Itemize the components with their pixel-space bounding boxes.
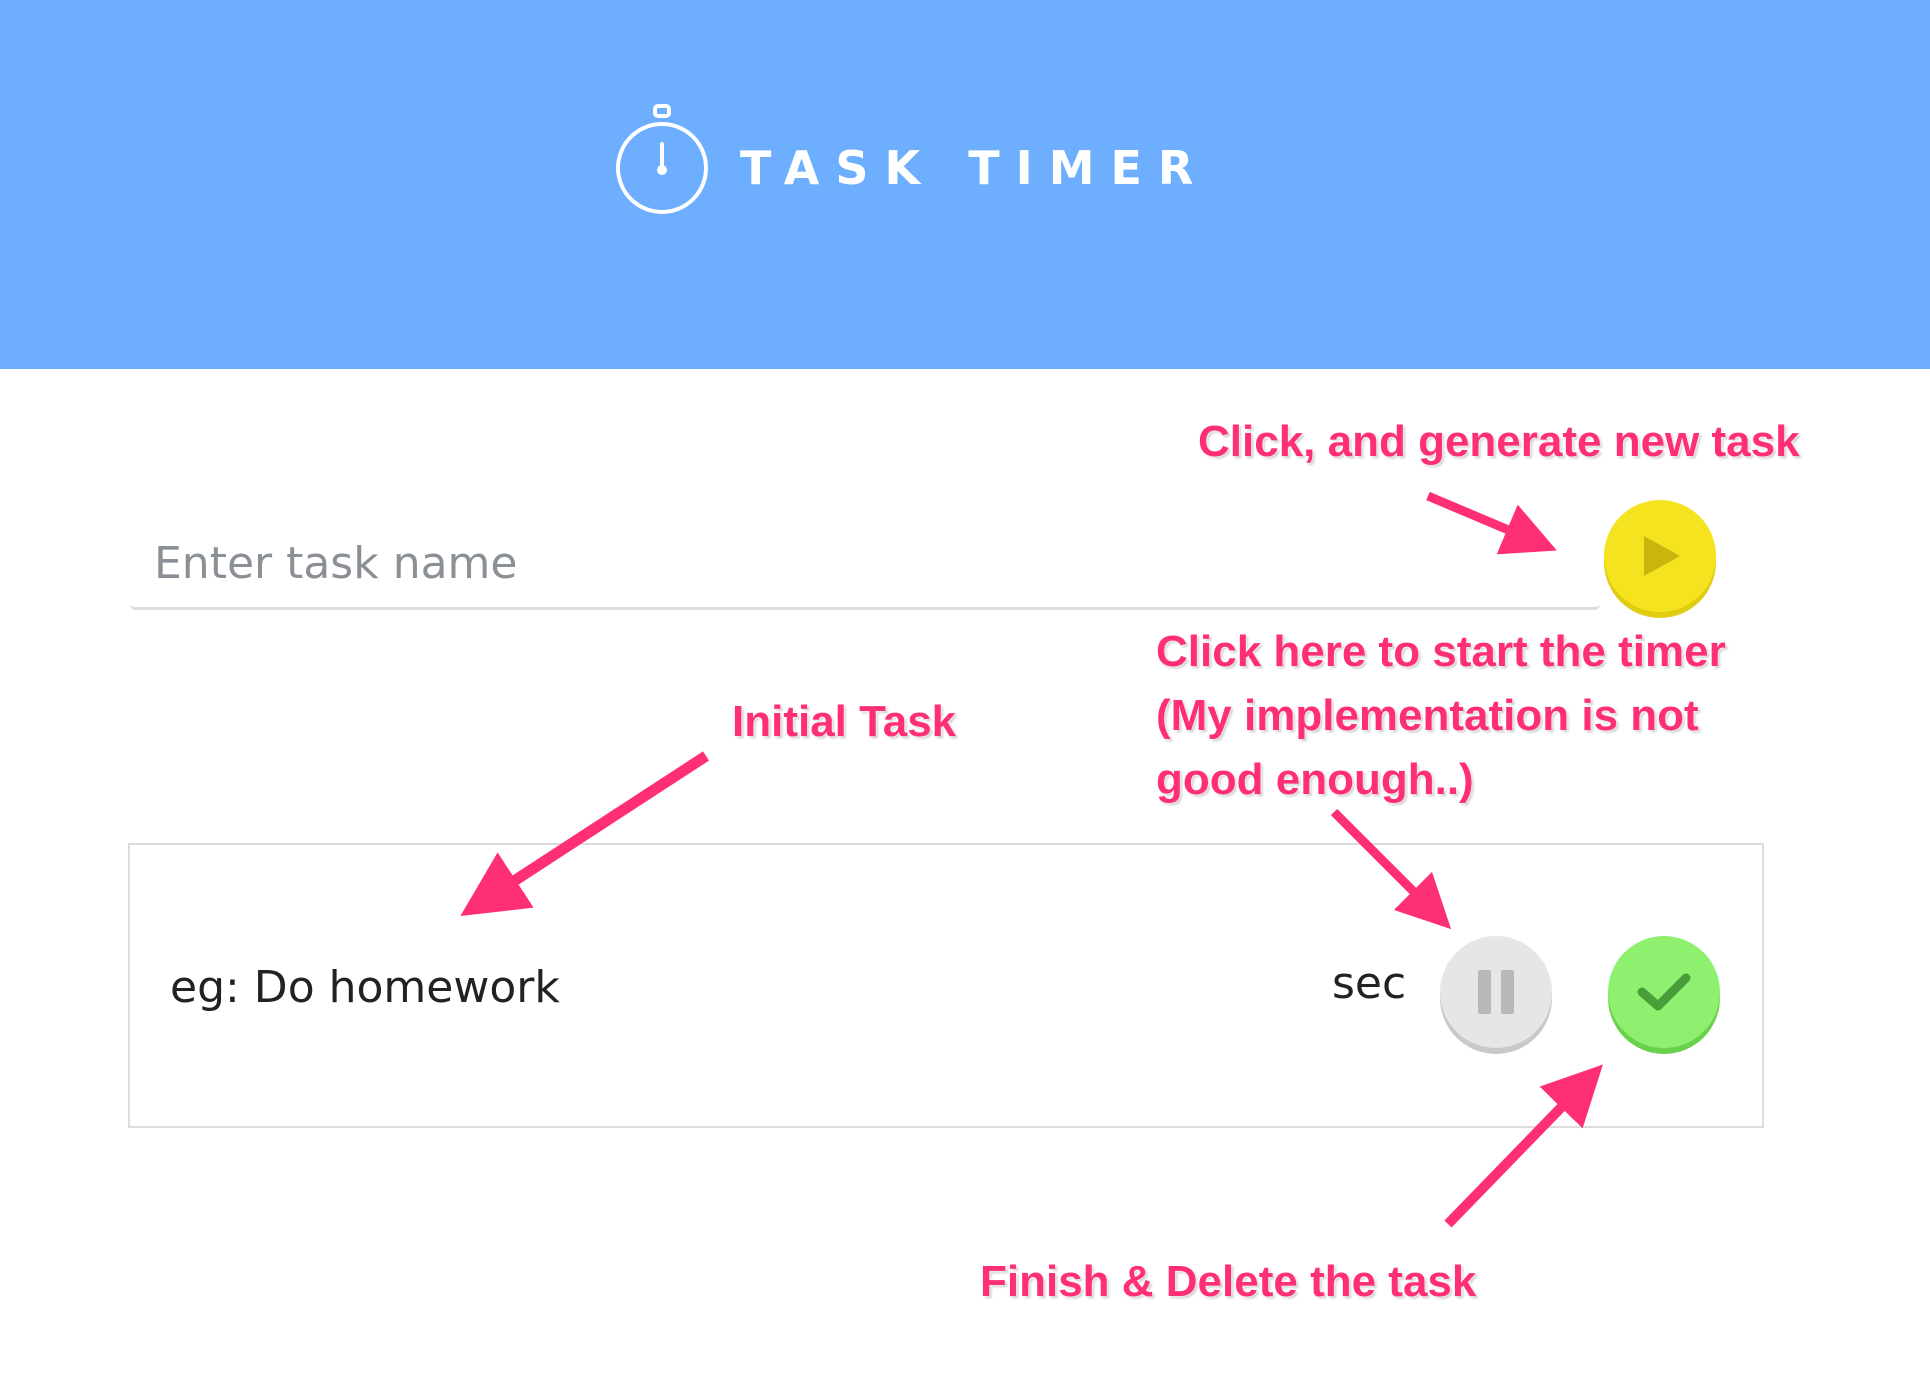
annotation-timer-line-2: (My implementation is not [1156, 691, 1699, 740]
check-icon [1637, 973, 1691, 1011]
task-name: eg: Do homework [170, 962, 560, 1013]
task-name-input[interactable] [130, 520, 1600, 610]
pause-icon [1478, 970, 1514, 1014]
add-task-button[interactable] [1604, 500, 1716, 612]
annotation-finish: Finish & Delete the task [980, 1257, 1477, 1306]
annotation-generate: Click, and generate new task [1198, 417, 1800, 466]
finish-task-button[interactable] [1608, 936, 1720, 1048]
task-timer-unit: sec [1332, 958, 1407, 1009]
annotation-timer-line-3: good enough..) [1156, 755, 1474, 804]
app-title: TASK TIMER [740, 141, 1210, 195]
annotation-timer: Click here to start the timer (My implem… [1156, 620, 1726, 812]
stopwatch-icon [616, 104, 708, 214]
start-timer-button[interactable] [1440, 936, 1552, 1048]
app-header: TASK TIMER [0, 0, 1930, 369]
annotation-timer-line-1: Click here to start the timer [1156, 627, 1726, 676]
annotation-initial-task: Initial Task [732, 697, 957, 746]
play-icon [1644, 536, 1680, 576]
